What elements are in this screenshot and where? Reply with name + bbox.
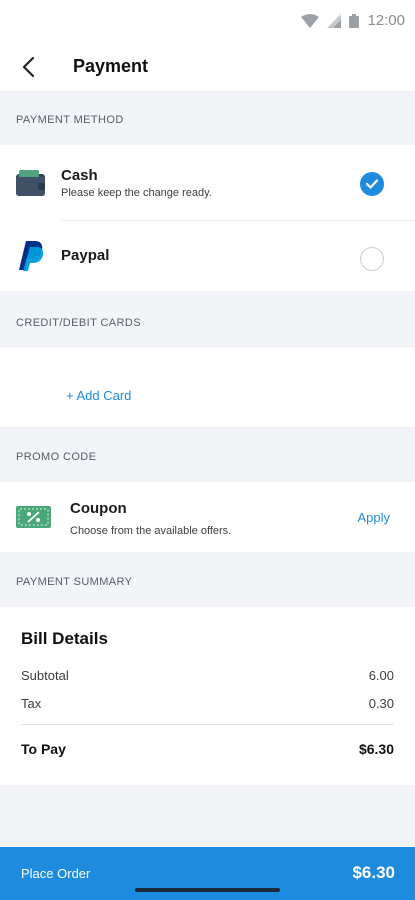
section-label: CREDIT/DEBIT CARDS — [16, 317, 141, 329]
place-order-amount: $6.30 — [352, 863, 395, 882]
section-label: PROMO CODE — [16, 451, 97, 463]
wifi-icon — [301, 13, 320, 28]
promo-card[interactable]: Coupon Choose from the available offers.… — [0, 482, 415, 552]
place-order-label: Place Order — [21, 866, 91, 881]
cards-card: + Add Card — [0, 348, 415, 426]
promo-header: PROMO CODE — [0, 436, 415, 482]
to-pay-label: To Pay — [21, 741, 66, 757]
payment-option-paypal[interactable]: Paypal — [0, 221, 415, 293]
paypal-icon — [19, 241, 44, 271]
section-label: PAYMENT METHOD — [16, 114, 124, 126]
payment-method-card: Cash Please keep the change ready. Paypa… — [0, 145, 415, 291]
add-card-link[interactable]: + Add Card — [66, 388, 131, 403]
back-button[interactable] — [14, 52, 42, 82]
to-pay-value: $6.30 — [358, 741, 394, 757]
checkmark-icon — [365, 179, 379, 189]
status-bar: 12:00 — [0, 0, 415, 44]
radio-unselected[interactable] — [360, 247, 384, 271]
bill-row-value: 0.30 — [368, 696, 394, 711]
payment-option-label: Paypal — [61, 247, 110, 264]
payment-method-header: PAYMENT METHOD — [0, 99, 415, 145]
bill-row-value: 6.00 — [368, 668, 394, 683]
status-icons: 12:00 — [301, 12, 405, 29]
bill-divider — [21, 724, 394, 725]
payment-option-sublabel: Please keep the change ready. — [61, 187, 212, 199]
summary-header: PAYMENT SUMMARY — [0, 561, 415, 607]
coupon-sublabel: Choose from the available offers. — [70, 525, 232, 537]
status-time: 12:00 — [367, 12, 405, 29]
radio-selected[interactable] — [360, 172, 384, 196]
battery-icon — [349, 13, 360, 28]
home-indicator[interactable] — [135, 888, 280, 892]
cards-header: CREDIT/DEBIT CARDS — [0, 302, 415, 348]
wallet-icon — [16, 170, 45, 196]
bill-details-title: Bill Details — [21, 629, 108, 648]
coupon-title: Coupon — [70, 500, 127, 517]
bill-row-label: Tax — [21, 696, 42, 711]
bill-details-card: Bill Details Subtotal 6.00 Tax 0.30 To P… — [0, 607, 415, 785]
apply-button[interactable]: Apply — [357, 510, 390, 525]
payment-option-label: Cash — [61, 167, 98, 184]
page-title: Payment — [73, 56, 149, 76]
cellular-signal-icon — [327, 13, 342, 28]
place-order-button[interactable]: Place Order $6.30 — [0, 847, 415, 900]
coupon-icon — [16, 506, 51, 528]
section-label: PAYMENT SUMMARY — [16, 576, 133, 588]
bill-row-label: Subtotal — [21, 668, 69, 683]
app-bar: Payment — [0, 44, 415, 90]
payment-option-cash[interactable]: Cash Please keep the change ready. — [0, 145, 415, 217]
chevron-left-icon — [22, 56, 35, 78]
